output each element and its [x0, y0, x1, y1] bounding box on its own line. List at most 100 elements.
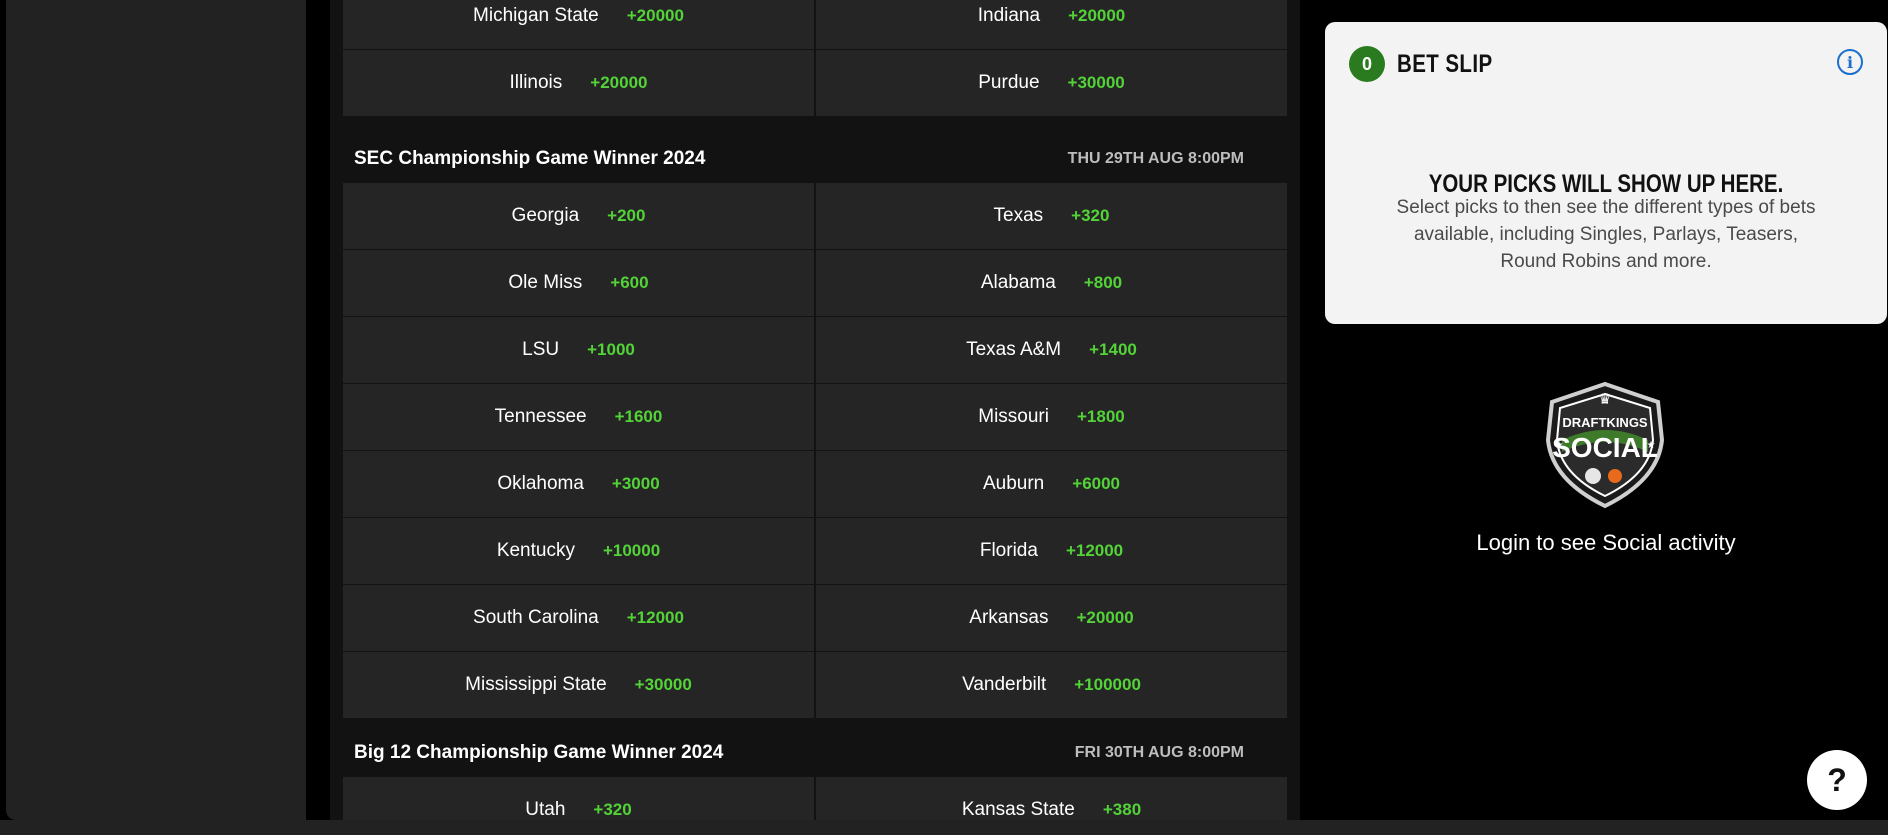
team-name: South Carolina	[473, 607, 599, 628]
odds-option-button[interactable]: Oklahoma +3000	[343, 451, 814, 517]
odds-row: Illinois +20000 Purdue +30000	[343, 50, 1287, 117]
big12-odds-group: Utah +320 Kansas State +380	[343, 777, 1287, 820]
social-login-text[interactable]: Login to see Social activity	[1325, 530, 1887, 556]
odds-value: +20000	[1076, 608, 1134, 627]
draftkings-social-logo: ♛ DRAFTKINGS SOCIAL ★ ★	[1545, 381, 1665, 509]
team-name: Kansas State	[961, 799, 1075, 820]
team-name: Texas A&M	[966, 339, 1062, 360]
odds-row: Utah +320 Kansas State +380	[343, 777, 1287, 820]
odds-value: +100000	[1074, 675, 1141, 694]
team-name: Florida	[979, 540, 1038, 561]
odds-option-button[interactable]: Illinois +20000	[343, 50, 814, 116]
svg-text:♛: ♛	[1598, 390, 1611, 408]
odds-option-button[interactable]: Alabama +800	[814, 250, 1287, 316]
odds-row: Georgia +200 Texas +320	[343, 183, 1287, 250]
odds-main-panel: Michigan State +20000 Indiana +20000 Illinoi…	[330, 0, 1300, 820]
team-name: Purdue	[978, 72, 1040, 93]
odds-value: +1000	[587, 340, 635, 359]
team-name: Oklahoma	[497, 473, 584, 494]
odds-row: LSU +1000 Texas A&M +1400	[343, 317, 1287, 384]
sec-odds-group: Georgia +200 Texas +320 Ole Miss +600 Alabama +…	[343, 183, 1287, 719]
team-name: Indiana	[977, 5, 1041, 26]
odds-value: +10000	[602, 541, 661, 560]
odds-value: +1800	[1076, 407, 1125, 426]
team-name: Arkansas	[969, 607, 1049, 628]
bet-slip-title: BET SLIP	[1397, 50, 1493, 78]
odds-value: +12000	[1065, 541, 1124, 560]
odds-value: +20000	[1068, 6, 1126, 25]
team-name: LSU	[522, 339, 560, 360]
odds-value: +30000	[1067, 73, 1125, 92]
section-date: FRI 30TH AUG 8:00PM	[1074, 744, 1244, 761]
odds-row: Michigan State +20000 Indiana +20000	[343, 0, 1287, 50]
odds-option-button[interactable]: Michigan State +20000	[343, 0, 814, 49]
odds-option-button[interactable]: South Carolina +12000	[343, 585, 814, 651]
team-name: Mississippi State	[465, 674, 607, 695]
odds-option-button[interactable]: Florida +12000	[814, 518, 1287, 584]
team-name: Missouri	[978, 406, 1049, 427]
odds-value: +380	[1102, 800, 1142, 819]
section-title: SEC Championship Game Winner 2024	[354, 148, 706, 169]
svg-text:★: ★	[1647, 440, 1656, 451]
badge-top-text: DRAFTKINGS	[1562, 415, 1648, 430]
odds-option-button[interactable]: Kansas State +380	[814, 777, 1287, 820]
team-name: Ole Miss	[508, 272, 583, 293]
odds-option-button[interactable]: Missouri +1800	[814, 384, 1287, 450]
team-name: Michigan State	[473, 5, 599, 26]
bet-count-badge: 0	[1349, 46, 1385, 82]
bottom-bar	[0, 820, 1888, 835]
team-name: Alabama	[980, 272, 1056, 293]
odds-value: +20000	[590, 73, 648, 92]
odds-value: +320	[593, 800, 632, 819]
odds-option-button[interactable]: Purdue +30000	[814, 50, 1287, 116]
odds-value: +800	[1083, 273, 1123, 292]
odds-value: +1400	[1089, 340, 1137, 359]
odds-row: Tennessee +1600 Missouri +1800	[343, 384, 1287, 451]
team-name: Texas	[993, 205, 1044, 226]
odds-value: +6000	[1072, 474, 1121, 493]
team-name: Tennessee	[494, 406, 587, 427]
info-icon[interactable]: i	[1837, 49, 1863, 75]
odds-option-button[interactable]: Vanderbilt +100000	[814, 652, 1287, 718]
odds-option-button[interactable]: Texas +320	[814, 183, 1287, 249]
odds-value: +20000	[626, 6, 684, 25]
big12-section-header: Big 12 Championship Game Winner 2024 FRI…	[354, 725, 1244, 781]
odds-option-button[interactable]: Indiana +20000	[814, 0, 1287, 49]
team-name: Kentucky	[496, 540, 575, 561]
odds-value: +30000	[634, 675, 692, 694]
sec-section-header: SEC Championship Game Winner 2024 THU 29…	[354, 131, 1244, 187]
odds-value: +3000	[611, 474, 660, 493]
odds-option-button[interactable]: Arkansas +20000	[814, 585, 1287, 651]
odds-value: +200	[607, 206, 646, 225]
odds-row: Ole Miss +600 Alabama +800	[343, 250, 1287, 317]
odds-row: South Carolina +12000 Arkansas +20000	[343, 585, 1287, 652]
odds-row: Mississippi State +30000 Vanderbilt +100000	[343, 652, 1287, 719]
odds-value: +600	[610, 273, 649, 292]
help-button[interactable]: ?	[1807, 750, 1867, 810]
odds-option-button[interactable]: Texas A&M +1400	[814, 317, 1287, 383]
section-date: THU 29TH AUG 8:00PM	[1067, 150, 1244, 167]
odds-row: Oklahoma +3000 Auburn +6000	[343, 451, 1287, 518]
odds-option-button[interactable]: Utah +320	[343, 777, 814, 820]
odds-option-button[interactable]: Georgia +200	[343, 183, 814, 249]
team-name: Utah	[525, 799, 566, 820]
odds-option-button[interactable]: Ole Miss +600	[343, 250, 814, 316]
section-title: Big 12 Championship Game Winner 2024	[354, 742, 724, 763]
team-name: Vanderbilt	[962, 674, 1047, 695]
odds-option-button[interactable]: Tennessee +1600	[343, 384, 814, 450]
team-name: Georgia	[511, 205, 580, 226]
team-name: Illinois	[509, 72, 563, 93]
bet-slip-panel: 0 BET SLIP i YOUR PICKS WILL SHOW UP HER…	[1325, 22, 1887, 324]
odds-value: +12000	[626, 608, 684, 627]
conference-odds-group: Michigan State +20000 Indiana +20000 Illinoi…	[343, 0, 1287, 117]
svg-text:★: ★	[1555, 440, 1564, 451]
odds-value: +1600	[614, 407, 663, 426]
odds-value: +320	[1071, 206, 1110, 225]
odds-option-button[interactable]: Kentucky +10000	[343, 518, 814, 584]
badge-main-text: SOCIAL	[1552, 432, 1658, 463]
odds-option-button[interactable]: Auburn +6000	[814, 451, 1287, 517]
odds-row: Kentucky +10000 Florida +12000	[343, 518, 1287, 585]
odds-option-button[interactable]: Mississippi State +30000	[343, 652, 814, 718]
team-name: Auburn	[982, 473, 1045, 494]
odds-option-button[interactable]: LSU +1000	[343, 317, 814, 383]
